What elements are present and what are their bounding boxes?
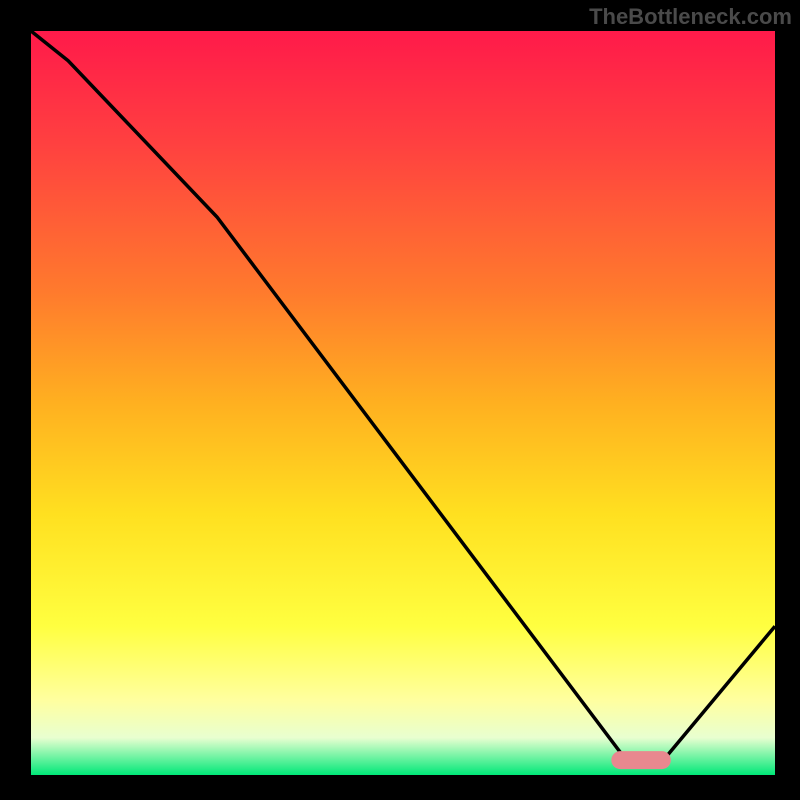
watermark-text: TheBottleneck.com: [589, 4, 792, 30]
plot-area: [31, 31, 775, 775]
chart-svg: [0, 0, 800, 800]
optimal-marker: [611, 751, 671, 769]
bottleneck-chart: TheBottleneck.com: [0, 0, 800, 800]
